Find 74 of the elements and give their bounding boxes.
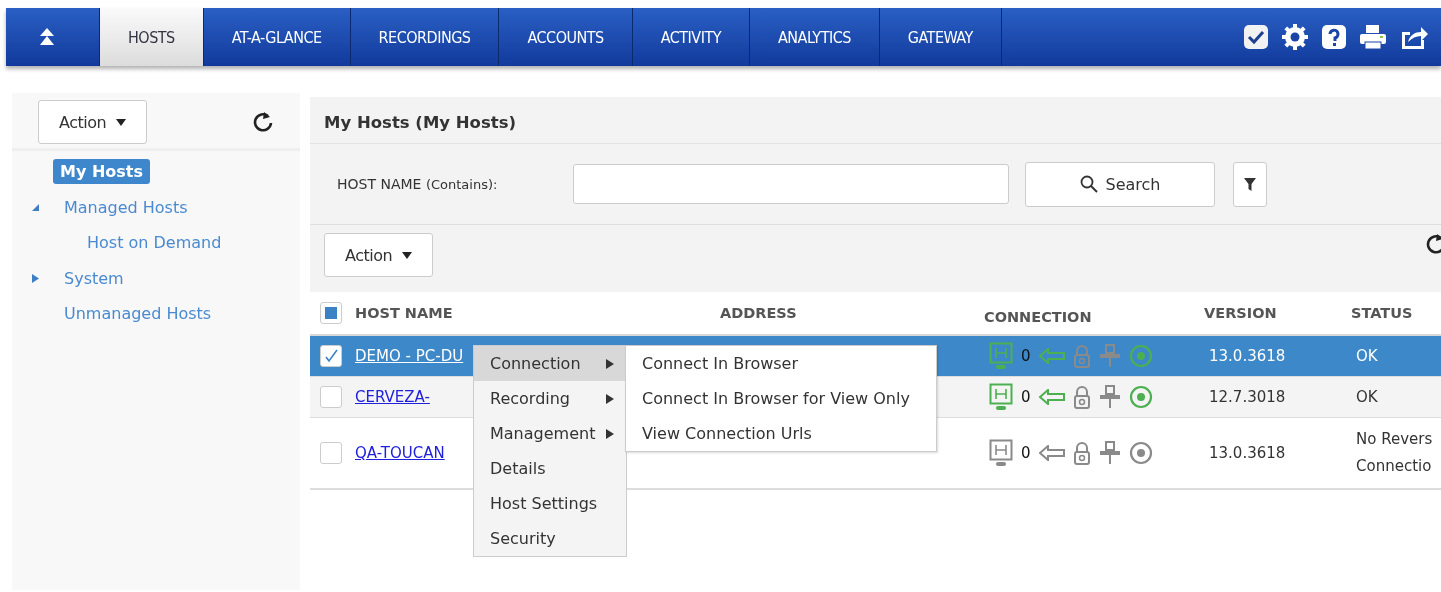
- menu-item[interactable]: Details: [474, 451, 626, 486]
- status-cell-text: OK: [1356, 345, 1379, 367]
- search-icon: [1079, 175, 1098, 193]
- expand-icon[interactable]: [31, 272, 40, 284]
- arrow-icon: [1038, 389, 1065, 405]
- row-checkbox[interactable]: [320, 345, 342, 367]
- lock-icon: [1072, 441, 1091, 465]
- print-icon[interactable]: [1359, 24, 1387, 50]
- status-cell-text: OK: [1356, 386, 1379, 408]
- lock-icon: [1072, 385, 1091, 409]
- nav-tab[interactable]: AT-A-GLANCE: [203, 8, 351, 66]
- menu-item[interactable]: Management: [474, 416, 626, 451]
- menu-item[interactable]: Connect In Browser for View Only: [626, 381, 936, 416]
- settings-icon[interactable]: [1281, 23, 1309, 51]
- caret-icon: [116, 118, 127, 126]
- record-icon: [1128, 385, 1153, 409]
- menu-item[interactable]: View Connection Urls: [626, 416, 936, 451]
- column-header[interactable]: STATUS: [1351, 305, 1413, 321]
- connection-count: 0: [1021, 347, 1031, 365]
- panel-title: My Hosts (My Hosts): [310, 97, 1441, 144]
- help-icon[interactable]: [1321, 24, 1347, 50]
- menu-item[interactable]: Security: [474, 521, 626, 556]
- filter-button[interactable]: [1233, 161, 1267, 207]
- tree-item[interactable]: My Hosts: [53, 159, 150, 185]
- version-cell: 13.0.3618: [1209, 444, 1286, 462]
- host-link[interactable]: QA-TOUCAN: [355, 444, 445, 462]
- nav-tab[interactable]: HOSTS: [100, 8, 204, 66]
- check-icon: [323, 348, 339, 364]
- share-icon[interactable]: [1399, 24, 1429, 50]
- host-link[interactable]: CERVEZA-: [355, 388, 430, 406]
- select-all-checkbox[interactable]: [320, 302, 342, 324]
- nav-tab[interactable]: GATEWAY: [879, 8, 1002, 66]
- plug-icon: [1098, 441, 1121, 465]
- nav-tab[interactable]: ACTIVITY: [632, 8, 750, 66]
- caret-icon: [402, 251, 413, 259]
- plug-icon: [1098, 344, 1121, 368]
- submenu-arrow-icon: [606, 393, 614, 404]
- row-checkbox[interactable]: [320, 442, 342, 464]
- column-header[interactable]: CONNECTION: [984, 309, 1092, 325]
- refresh-icon[interactable]: [252, 111, 274, 133]
- checkbox-icon[interactable]: [1243, 24, 1269, 50]
- host-name-field[interactable]: [573, 164, 1009, 204]
- action-dropdown[interactable]: Action: [38, 100, 148, 144]
- arrow-icon: [1038, 348, 1065, 364]
- arrow-icon: [1038, 445, 1065, 461]
- menu-item[interactable]: Recording: [474, 381, 626, 416]
- refresh-icon[interactable]: [1425, 233, 1441, 255]
- nav-tab[interactable]: ACCOUNTS: [499, 8, 633, 66]
- nav-tab[interactable]: RECORDINGS: [350, 8, 500, 66]
- lock-icon: [1072, 344, 1091, 368]
- collapse-icon[interactable]: [31, 202, 40, 212]
- version-cell: 12.7.3018: [1209, 388, 1286, 406]
- field-label: HOST NAME (Contains):: [337, 176, 499, 192]
- submenu-arrow-icon: [606, 358, 614, 369]
- record-icon: [1128, 344, 1153, 368]
- host-link[interactable]: DEMO - PC-DU: [355, 347, 464, 365]
- column-header[interactable]: ADDRESS: [720, 305, 797, 321]
- nav-tab[interactable]: ANALYTICS: [750, 8, 880, 66]
- column-header[interactable]: HOST NAME: [355, 305, 453, 321]
- tree-item[interactable]: Managed Hosts: [57, 194, 195, 220]
- plug-icon: [1098, 385, 1121, 409]
- connection-count: 0: [1021, 388, 1031, 406]
- version-cell: 13.0.3618: [1209, 347, 1286, 365]
- menu-item[interactable]: Connection: [474, 346, 626, 381]
- submenu-arrow-icon: [606, 428, 614, 439]
- row-checkbox[interactable]: [320, 386, 342, 408]
- column-header[interactable]: VERSION: [1204, 305, 1277, 321]
- filter-icon: [1244, 177, 1256, 191]
- search-button[interactable]: Search: [1025, 161, 1215, 207]
- up-arrows-icon: [39, 28, 54, 46]
- record-icon: [1128, 441, 1153, 465]
- connection-count: 0: [1021, 444, 1031, 462]
- action-dropdown[interactable]: Action: [324, 233, 434, 277]
- status-cell-text: No Revers Connectio: [1356, 429, 1434, 477]
